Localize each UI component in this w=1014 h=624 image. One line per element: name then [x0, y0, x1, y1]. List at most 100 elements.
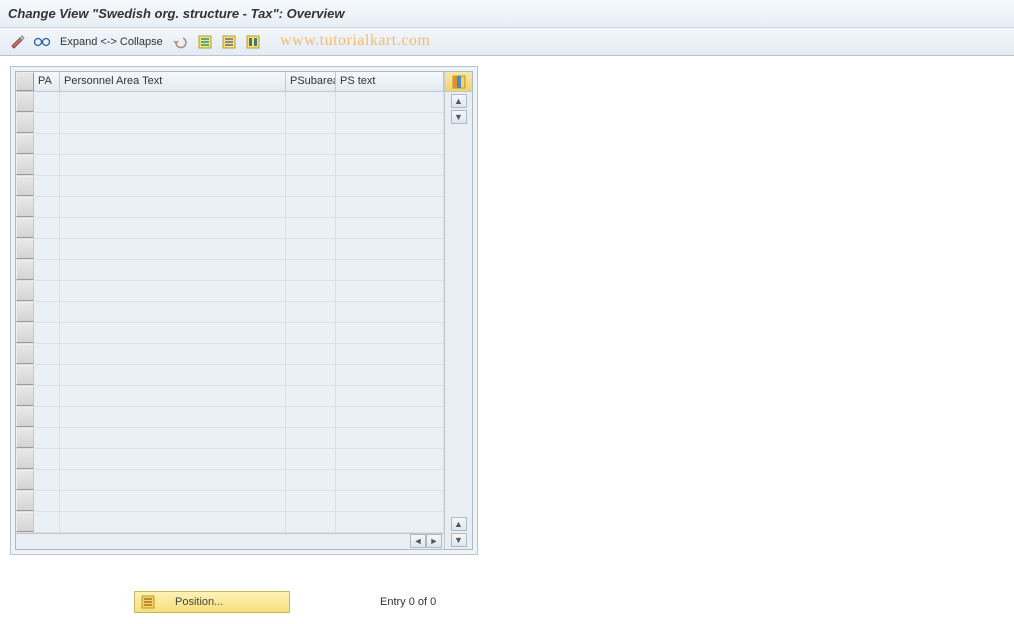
cell-pstext[interactable] — [336, 491, 444, 511]
row-selector[interactable] — [16, 134, 34, 154]
table-row[interactable] — [16, 281, 444, 302]
cell-psub[interactable] — [286, 344, 336, 364]
cell-patext[interactable] — [60, 134, 286, 154]
row-selector[interactable] — [16, 176, 34, 196]
glasses-icon[interactable] — [32, 32, 52, 52]
cell-patext[interactable] — [60, 260, 286, 280]
cell-pstext[interactable] — [336, 512, 444, 532]
table-row[interactable] — [16, 260, 444, 281]
cell-psub[interactable] — [286, 260, 336, 280]
cell-pa[interactable] — [34, 260, 60, 280]
cell-patext[interactable] — [60, 449, 286, 469]
cell-psub[interactable] — [286, 113, 336, 133]
configure-columns-icon[interactable] — [445, 72, 472, 92]
cell-pstext[interactable] — [336, 470, 444, 490]
table-row[interactable] — [16, 155, 444, 176]
cell-patext[interactable] — [60, 323, 286, 343]
cell-psub[interactable] — [286, 407, 336, 427]
cell-patext[interactable] — [60, 239, 286, 259]
toggle-edit-icon[interactable] — [8, 32, 28, 52]
cell-pstext[interactable] — [336, 302, 444, 322]
cell-psub[interactable] — [286, 197, 336, 217]
scroll-up-bottom-icon[interactable]: ▲ — [451, 517, 467, 531]
cell-pa[interactable] — [34, 113, 60, 133]
cell-pa[interactable] — [34, 386, 60, 406]
cell-pstext[interactable] — [336, 92, 444, 112]
table-row[interactable] — [16, 365, 444, 386]
cell-pstext[interactable] — [336, 155, 444, 175]
cell-pstext[interactable] — [336, 239, 444, 259]
table-row[interactable] — [16, 218, 444, 239]
cell-psub[interactable] — [286, 491, 336, 511]
cell-psub[interactable] — [286, 470, 336, 490]
cell-patext[interactable] — [60, 302, 286, 322]
cell-psub[interactable] — [286, 449, 336, 469]
cell-pstext[interactable] — [336, 260, 444, 280]
cell-pa[interactable] — [34, 197, 60, 217]
cell-patext[interactable] — [60, 512, 286, 532]
cell-pa[interactable] — [34, 470, 60, 490]
cell-psub[interactable] — [286, 92, 336, 112]
table-row[interactable] — [16, 428, 444, 449]
row-selector[interactable] — [16, 302, 34, 322]
cell-patext[interactable] — [60, 92, 286, 112]
cell-pstext[interactable] — [336, 281, 444, 301]
cell-patext[interactable] — [60, 470, 286, 490]
expand-collapse-button[interactable]: Expand <-> Collapse — [56, 36, 167, 48]
column-header-pa[interactable]: PA — [34, 72, 60, 91]
cell-psub[interactable] — [286, 365, 336, 385]
cell-pa[interactable] — [34, 512, 60, 532]
row-selector[interactable] — [16, 407, 34, 427]
row-selector[interactable] — [16, 449, 34, 469]
cell-pa[interactable] — [34, 428, 60, 448]
cell-pa[interactable] — [34, 302, 60, 322]
row-selector[interactable] — [16, 113, 34, 133]
cell-psub[interactable] — [286, 281, 336, 301]
cell-pa[interactable] — [34, 155, 60, 175]
column-header-psub[interactable]: PSubarea — [286, 72, 336, 91]
cell-psub[interactable] — [286, 386, 336, 406]
cell-pstext[interactable] — [336, 134, 444, 154]
cell-psub[interactable] — [286, 428, 336, 448]
table-row[interactable] — [16, 407, 444, 428]
row-selector[interactable] — [16, 344, 34, 364]
cell-pa[interactable] — [34, 491, 60, 511]
row-selector[interactable] — [16, 386, 34, 406]
scroll-down-bottom-icon[interactable]: ▼ — [451, 533, 467, 547]
table-row[interactable] — [16, 323, 444, 344]
table-row[interactable] — [16, 491, 444, 512]
cell-pstext[interactable] — [336, 218, 444, 238]
cell-patext[interactable] — [60, 176, 286, 196]
row-selector[interactable] — [16, 365, 34, 385]
row-selector[interactable] — [16, 281, 34, 301]
cell-patext[interactable] — [60, 344, 286, 364]
table-row[interactable] — [16, 470, 444, 491]
cell-pstext[interactable] — [336, 386, 444, 406]
column-header-selector[interactable] — [16, 72, 34, 91]
cell-pa[interactable] — [34, 449, 60, 469]
row-selector[interactable] — [16, 218, 34, 238]
cell-psub[interactable] — [286, 218, 336, 238]
cell-pstext[interactable] — [336, 197, 444, 217]
table-row[interactable] — [16, 113, 444, 134]
cell-patext[interactable] — [60, 281, 286, 301]
scroll-up-icon[interactable]: ▲ — [451, 94, 467, 108]
cell-psub[interactable] — [286, 239, 336, 259]
table-row[interactable] — [16, 344, 444, 365]
row-selector[interactable] — [16, 470, 34, 490]
cell-pa[interactable] — [34, 407, 60, 427]
scroll-down-icon[interactable]: ▼ — [451, 110, 467, 124]
cell-psub[interactable] — [286, 155, 336, 175]
column-header-pstext[interactable]: PS text — [336, 72, 444, 91]
row-selector[interactable] — [16, 491, 34, 511]
cell-pstext[interactable] — [336, 407, 444, 427]
cell-pa[interactable] — [34, 365, 60, 385]
scroll-right-icon[interactable]: ► — [426, 534, 442, 548]
cell-pa[interactable] — [34, 176, 60, 196]
table-row[interactable] — [16, 197, 444, 218]
table-row[interactable] — [16, 134, 444, 155]
cell-patext[interactable] — [60, 155, 286, 175]
table-row[interactable] — [16, 176, 444, 197]
row-selector[interactable] — [16, 197, 34, 217]
select-all-icon[interactable] — [195, 32, 215, 52]
